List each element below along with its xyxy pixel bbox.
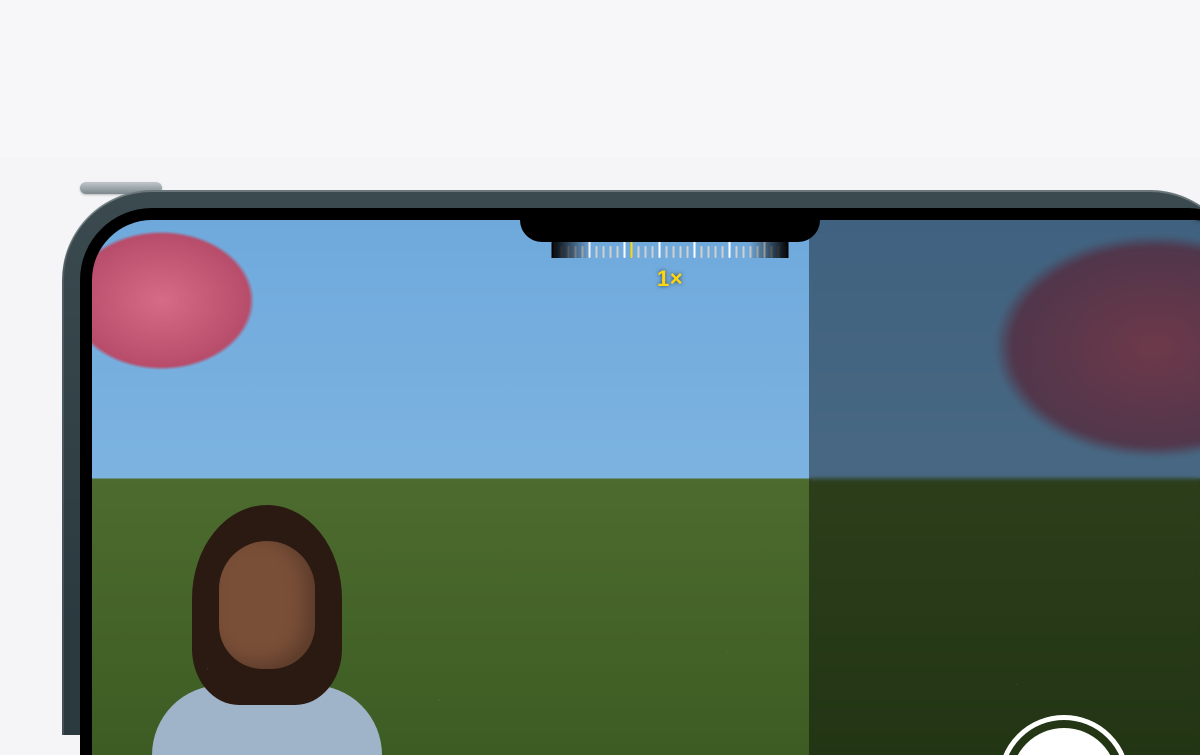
zoom-tick <box>715 246 717 258</box>
subject-person <box>137 505 397 755</box>
zoom-tick <box>673 246 675 258</box>
zoom-tick <box>785 246 787 258</box>
zoom-tick <box>568 246 570 258</box>
display-notch <box>520 208 820 242</box>
zoom-tick <box>652 246 654 258</box>
zoom-tick <box>729 240 731 258</box>
zoom-tick <box>743 246 745 258</box>
zoom-tick <box>687 246 689 258</box>
zoom-tick <box>610 246 612 258</box>
shutter-inner <box>1011 728 1117 755</box>
shutter-button[interactable] <box>998 715 1130 755</box>
zoom-tick <box>617 246 619 258</box>
zoom-tick <box>638 246 640 258</box>
zoom-tick <box>582 246 584 258</box>
phone-bezel: 1× <box>80 208 1200 755</box>
zoom-tick <box>659 240 661 258</box>
zoom-tick <box>589 240 591 258</box>
zoom-tick <box>778 246 780 258</box>
zoom-tick <box>561 246 563 258</box>
zoom-tick <box>554 240 556 258</box>
zoom-tick <box>694 240 696 258</box>
zoom-tick <box>771 246 773 258</box>
page-background <box>0 0 1200 158</box>
zoom-tick <box>596 246 598 258</box>
phone-frame: 1× <box>0 158 1200 675</box>
zoom-tick <box>722 246 724 258</box>
zoom-tick <box>645 246 647 258</box>
zoom-tick <box>680 246 682 258</box>
zoom-tick <box>624 240 626 258</box>
zoom-tick <box>764 240 766 258</box>
zoom-tick <box>757 246 759 258</box>
zoom-tick <box>708 246 710 258</box>
zoom-tick <box>575 246 577 258</box>
zoom-level-label[interactable]: 1× <box>657 266 683 292</box>
zoom-tick <box>603 246 605 258</box>
zoom-tick <box>750 246 752 258</box>
zoom-tick <box>736 246 738 258</box>
zoom-tick <box>701 246 703 258</box>
zoom-tick <box>666 246 668 258</box>
